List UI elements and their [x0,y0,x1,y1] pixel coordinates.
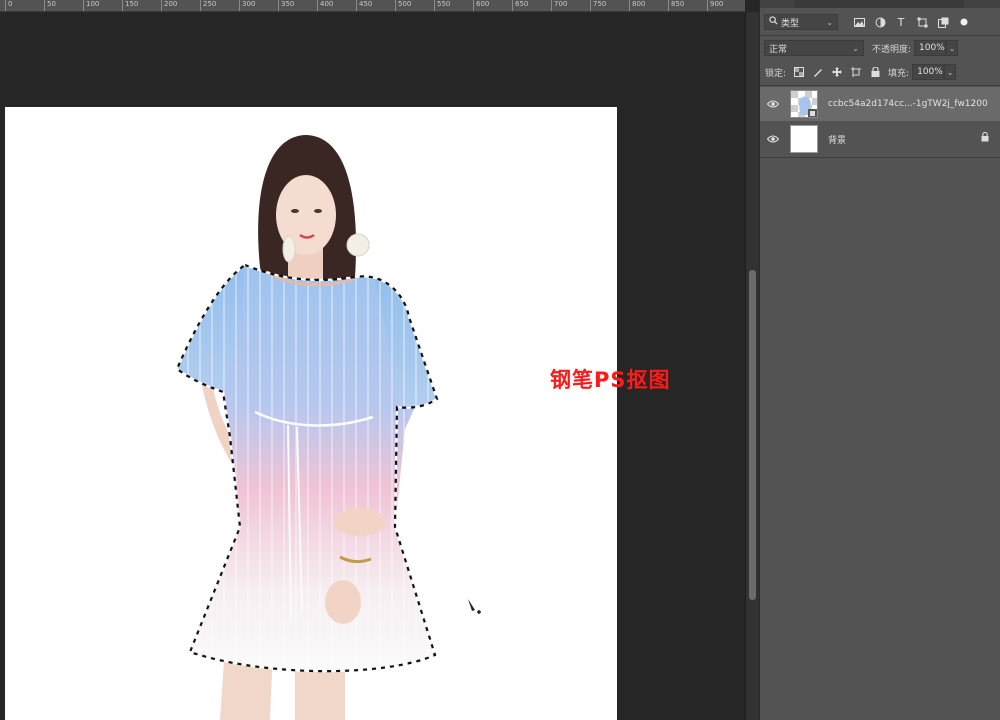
blend-mode-dropdown[interactable]: 正常 ⌄ [764,40,864,56]
layers-panel: 类型 ⌄ T 正常 ⌄ 不透明度: 100% ⌄ 锁定: 填充: 100% ⌄ … [759,0,1000,720]
ruler-tick: 350 [278,0,294,11]
layer-name: ccbc54a2d174cc...-1gTW2j_fw1200 [828,99,988,109]
ruler-tick: 400 [317,0,333,11]
panel-tab[interactable] [794,0,964,8]
opacity-slider-toggle[interactable]: ⌄ [946,40,959,56]
ruler-tick: 800 [629,0,645,11]
pen-tool-cursor-icon [466,597,486,621]
fill-label: 填充: [888,68,910,79]
ruler-tick: 450 [356,0,372,11]
opacity-value: 100% [919,43,945,53]
panel-tab-strip [760,0,1000,8]
fill-value: 100% [917,67,943,77]
lock-transparent-pixels-icon[interactable] [792,65,806,79]
ruler-tick: 650 [512,0,528,11]
lock-icon[interactable] [981,131,989,145]
adjustment-filter-icon[interactable] [873,15,887,29]
ruler-tick: 750 [590,0,606,11]
layer-name: 背景 [828,135,847,146]
model-photo [175,135,439,720]
search-icon [769,16,778,28]
image-filter-icon[interactable] [852,15,866,29]
ruler-tick: 500 [395,0,411,11]
chevron-down-icon: ⌄ [826,17,833,27]
layer-filter-dropdown[interactable]: 类型 ⌄ [764,14,838,30]
filter-toggle-icon[interactable] [957,15,971,29]
vertical-scrollbar[interactable] [745,12,759,720]
divider [760,85,1000,86]
ruler-tick: 300 [239,0,255,11]
chevron-down-icon: ⌄ [946,67,954,77]
ruler-tick: 200 [161,0,177,11]
scrollbar-thumb[interactable] [749,270,756,600]
ruler-tick: 100 [83,0,99,11]
ruler-tick: 0 [5,0,12,11]
eye-icon[interactable] [762,100,784,108]
type-filter-icon[interactable]: T [894,15,908,29]
filter-icons: T [852,15,971,29]
layer-filter-label: 类型 [781,18,800,29]
lock-label: 锁定: [765,68,787,79]
smart-object-filter-icon[interactable] [936,15,950,29]
divider [760,157,1000,158]
opacity-field[interactable]: 100% [914,40,947,56]
chevron-down-icon: ⌄ [852,43,859,53]
lock-image-pixels-icon[interactable] [811,65,825,79]
lock-icons [792,65,882,79]
blend-opacity-row: 正常 ⌄ 不透明度: 100% ⌄ [760,36,1000,60]
document-canvas[interactable] [5,107,617,720]
fill-slider-toggle[interactable]: ⌄ [944,64,957,80]
lock-position-icon[interactable] [830,65,844,79]
horizontal-ruler[interactable]: 0 50 100 150 200 250 300 350 400 450 500 550 600 650 7… [0,0,745,12]
ruler-tick: 850 [668,0,684,11]
ruler-tick: 150 [122,0,138,11]
ruler-tick: 50 [44,0,56,11]
eye-icon[interactable] [762,135,784,143]
blend-mode-value: 正常 [769,44,788,55]
ruler-tick: 250 [200,0,216,11]
layer-thumbnail [790,90,818,118]
lock-all-icon[interactable] [868,65,882,79]
ruler-tick: 600 [473,0,489,11]
fill-field[interactable]: 100% [912,64,945,80]
layer-thumbnail [790,125,818,153]
shape-filter-icon[interactable] [915,15,929,29]
canvas-area[interactable]: 钢笔PS抠图 [0,12,745,720]
chevron-down-icon: ⌄ [948,43,956,53]
layer-row-photo[interactable]: ccbc54a2d174cc...-1gTW2j_fw1200 [760,87,1000,121]
ruler-tick: 550 [434,0,450,11]
opacity-label: 不透明度: [872,44,912,55]
ruler-tick: 900 [707,0,723,11]
lock-artboard-icon[interactable] [849,65,863,79]
overlay-caption: 钢笔PS抠图 [550,368,671,392]
layer-row-background[interactable]: 背景 [760,122,1000,156]
ruler-tick: 700 [551,0,567,11]
layer-filter-row: 类型 ⌄ T [760,10,1000,34]
lock-fill-row: 锁定: 填充: 100% ⌄ [760,60,1000,84]
